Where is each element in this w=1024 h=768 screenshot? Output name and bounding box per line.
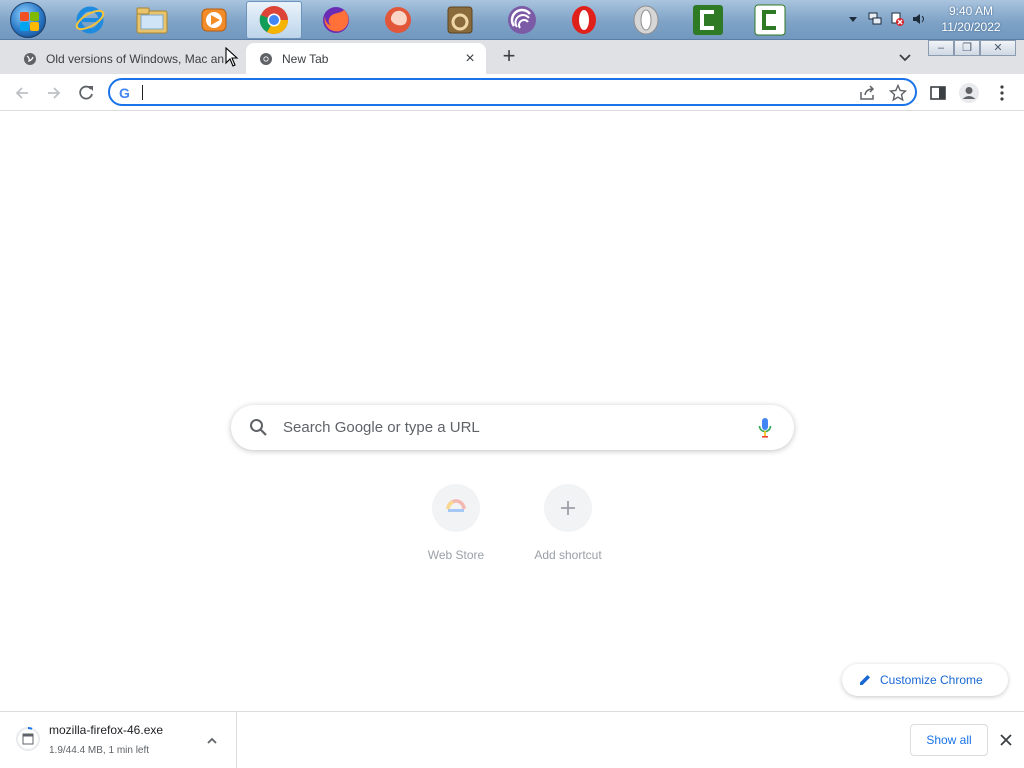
plus-icon	[561, 501, 575, 515]
taskbar-pale-moon[interactable]	[370, 1, 426, 39]
camtasia-icon	[693, 5, 723, 35]
show-hidden-icons-icon[interactable]	[846, 12, 860, 26]
download-item[interactable]: mozilla-firefox-46.exe 1.9/44.4 MB, 1 mi…	[0, 712, 237, 768]
web-store-tile	[432, 484, 480, 532]
close-window-icon[interactable]: ✕	[980, 40, 1016, 56]
address-input[interactable]	[144, 83, 824, 103]
taskbar-camtasia-recorder[interactable]	[742, 1, 798, 39]
seamonkey-icon	[508, 6, 536, 34]
taskbar-file-explorer[interactable]	[124, 1, 180, 39]
new-tab-button[interactable]: +	[498, 45, 520, 68]
start-button[interactable]	[0, 1, 56, 39]
taskbar-waterfox[interactable]	[432, 1, 488, 39]
network-icon[interactable]	[868, 12, 882, 26]
show-all-downloads-button[interactable]: Show all	[910, 724, 988, 756]
action-center-icon[interactable]	[890, 12, 904, 26]
clock-time: 9:40 AM	[948, 4, 994, 18]
firefox-icon	[323, 7, 349, 33]
system-tray: 9:40 AM 11/20/2022	[824, 0, 1024, 40]
search-icon	[250, 419, 267, 436]
taskbar-seamonkey[interactable]	[494, 1, 550, 39]
chrome-favicon-icon	[260, 52, 272, 65]
shortcut-web-store[interactable]: Web Store	[406, 484, 506, 562]
web-store-icon	[446, 499, 466, 512]
windows-logo-icon	[10, 2, 46, 38]
address-bar[interactable]: G	[108, 78, 917, 106]
shortcut-label: Web Store	[427, 548, 485, 562]
pale-moon-icon	[385, 7, 411, 33]
search-placeholder: Search Google or type a URL	[283, 419, 480, 436]
tab-title: New Tab	[282, 51, 329, 66]
media-player-icon	[201, 8, 227, 32]
bookmark-star-icon[interactable]	[889, 84, 907, 102]
globe-icon	[24, 52, 36, 65]
restore-window-icon[interactable]: ❐	[954, 40, 980, 56]
shortcut-label: Add shortcut	[534, 548, 602, 562]
reload-icon[interactable]	[76, 83, 96, 103]
clock-date: 11/20/2022	[941, 20, 1001, 34]
minimize-window-icon[interactable]: –	[928, 40, 954, 56]
browser-toolbar: G	[0, 74, 1024, 111]
tab-new-tab[interactable]: New Tab ×	[246, 43, 486, 74]
add-shortcut-tile	[544, 484, 592, 532]
download-status: 1.9/44.4 MB, 1 min left	[49, 745, 150, 756]
more-menu-icon[interactable]	[992, 83, 1012, 103]
side-panel-icon[interactable]	[928, 83, 948, 103]
customize-label: Customize Chrome	[880, 673, 983, 687]
mouse-pointer-icon	[225, 47, 239, 67]
tab-title: Old versions of Windows, Mac an	[46, 51, 225, 66]
download-shelf: mozilla-firefox-46.exe 1.9/44.4 MB, 1 mi…	[0, 711, 1024, 768]
internet-explorer-icon	[75, 6, 105, 34]
shortcut-add[interactable]: Add shortcut	[518, 484, 618, 562]
chevron-up-icon[interactable]	[205, 734, 219, 748]
profile-avatar-icon[interactable]	[958, 82, 980, 104]
tab-old-versions[interactable]: Old versions of Windows, Mac an	[10, 43, 242, 74]
close-icon[interactable]	[998, 732, 1014, 748]
system-clock[interactable]: 9:40 AM 11/20/2022	[936, 3, 1006, 35]
taskbar-camtasia[interactable]	[680, 1, 736, 39]
forward-arrow-icon[interactable]	[44, 83, 64, 103]
taskbar-opera-classic[interactable]	[618, 1, 674, 39]
taskbar-firefox[interactable]	[308, 1, 364, 39]
taskbar-opera[interactable]	[556, 1, 612, 39]
waterfox-icon	[447, 6, 473, 34]
executable-file-icon	[16, 727, 40, 751]
opera-old-icon	[633, 5, 659, 35]
taskbar-media-player[interactable]	[186, 1, 242, 39]
volume-icon[interactable]	[912, 12, 926, 26]
back-arrow-icon[interactable]	[12, 83, 32, 103]
tab-search-chevron-icon[interactable]	[895, 47, 915, 67]
ntp-search-box[interactable]: Search Google or type a URL	[231, 405, 794, 450]
close-tab-icon[interactable]: ×	[462, 50, 478, 67]
text-caret	[142, 85, 143, 100]
download-file-name: mozilla-firefox-46.exe	[49, 723, 164, 737]
pencil-icon	[860, 675, 870, 685]
google-g-icon: G	[119, 85, 130, 101]
camtasia-recorder-icon	[754, 4, 786, 36]
voice-search-mic-icon[interactable]	[758, 417, 772, 439]
windows-taskbar: 9:40 AM 11/20/2022	[0, 0, 1024, 40]
opera-icon	[572, 6, 596, 34]
chrome-icon	[259, 6, 288, 34]
taskbar-internet-explorer[interactable]	[62, 1, 118, 39]
customize-chrome-button[interactable]: Customize Chrome	[842, 664, 1008, 696]
taskbar-chrome[interactable]	[246, 1, 302, 39]
folder-icon	[136, 7, 168, 34]
share-icon[interactable]	[858, 84, 876, 102]
